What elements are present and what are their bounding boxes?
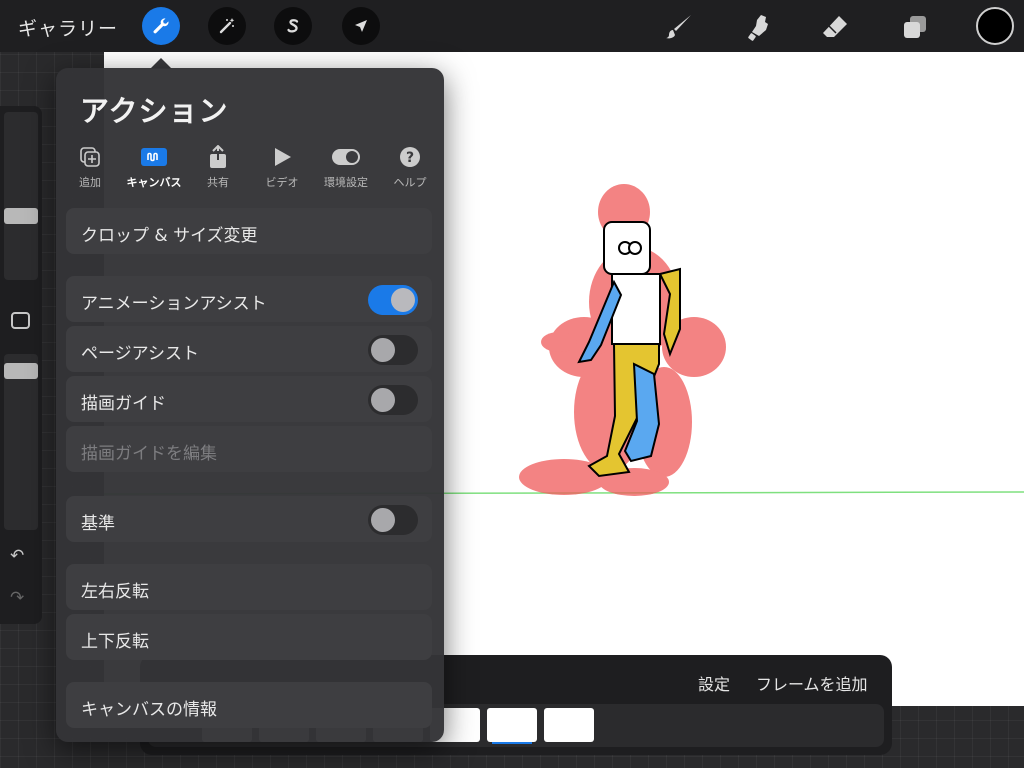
tab-canvas[interactable]: キャンバス <box>124 146 184 190</box>
tab-label: 追加 <box>79 176 101 189</box>
actions-panel: アクション 追加 キャンバス 共有 ビデオ 環境設定 ? ヘルプ クロップ & … <box>56 68 444 742</box>
redo-icon[interactable]: ↷ <box>10 588 24 608</box>
tab-label: ヘルプ <box>393 176 427 189</box>
canvas-info-item[interactable]: キャンバスの情報 <box>66 682 432 728</box>
panel-title: アクション <box>80 94 229 128</box>
page-assist-label: ページアシスト <box>81 344 199 364</box>
drawing-guide-item: 描画ガイド <box>66 376 432 422</box>
layers-icon[interactable] <box>898 10 932 44</box>
tab-label: 共有 <box>207 176 229 189</box>
add-icon <box>79 146 101 168</box>
brush-size-slider[interactable] <box>4 112 38 280</box>
magic-wand-icon[interactable] <box>208 7 246 45</box>
opacity-slider[interactable] <box>4 354 38 530</box>
reference-toggle[interactable] <box>368 505 418 535</box>
tab-add[interactable]: 追加 <box>60 146 120 190</box>
timeline-settings-button[interactable]: 設定 <box>698 671 730 695</box>
animation-assist-item: アニメーションアシスト <box>66 276 432 322</box>
page-assist-item: ページアシスト <box>66 326 432 372</box>
flip-horizontal-label: 左右反転 <box>81 582 149 602</box>
frame-thumbnail[interactable] <box>544 708 594 742</box>
top-toolbar: ギャラリー <box>0 0 1024 52</box>
eyedropper-square-icon[interactable] <box>11 312 30 329</box>
tab-help[interactable]: ? ヘルプ <box>380 146 440 190</box>
brush-sliders: ↶ ↷ <box>0 106 42 624</box>
tab-share[interactable]: 共有 <box>188 145 248 190</box>
edit-drawing-guide-label: 描画ガイドを編集 <box>81 444 217 464</box>
brush-size-thumb[interactable] <box>4 208 38 224</box>
reference-label: 基準 <box>81 514 115 534</box>
help-icon: ? <box>399 146 421 168</box>
tab-label: キャンバス <box>126 176 182 189</box>
color-swatch[interactable] <box>976 7 1014 45</box>
tab-video[interactable]: ビデオ <box>252 146 312 190</box>
selected-frame-indicator <box>492 742 532 744</box>
animation-assist-toggle[interactable] <box>368 285 418 315</box>
drawing-guide-label: 描画ガイド <box>81 394 166 414</box>
share-icon <box>207 145 229 168</box>
animation-assist-label: アニメーションアシスト <box>81 294 267 314</box>
opacity-thumb[interactable] <box>4 363 38 379</box>
edit-drawing-guide-item: 描画ガイドを編集 <box>66 426 432 472</box>
tab-label: ビデオ <box>265 176 299 189</box>
page-assist-toggle[interactable] <box>368 335 418 365</box>
smudge-icon[interactable] <box>742 10 776 44</box>
svg-text:?: ? <box>406 150 414 166</box>
flip-vertical-label: 上下反転 <box>81 632 149 652</box>
canvas-info-label: キャンバスの情報 <box>81 700 217 720</box>
preferences-toggle-icon <box>331 146 361 168</box>
add-frame-button[interactable]: フレームを追加 <box>756 671 868 695</box>
brush-icon[interactable] <box>662 10 696 44</box>
undo-icon[interactable]: ↶ <box>10 546 24 566</box>
tab-label: 環境設定 <box>324 176 368 189</box>
selection-s-icon[interactable] <box>274 7 312 45</box>
gallery-button[interactable]: ギャラリー <box>18 14 118 41</box>
canvas-icon <box>140 146 168 168</box>
reference-item: 基準 <box>66 496 432 542</box>
crop-resize-label: クロップ & サイズ変更 <box>81 226 258 246</box>
wrench-icon[interactable] <box>142 7 180 45</box>
transform-arrow-icon[interactable] <box>342 7 380 45</box>
flip-vertical-item[interactable]: 上下反転 <box>66 614 432 660</box>
crop-resize-item[interactable]: クロップ & サイズ変更 <box>66 208 432 254</box>
drawing-guide-toggle[interactable] <box>368 385 418 415</box>
frame-thumbnail-selected[interactable] <box>487 708 537 742</box>
flip-horizontal-item[interactable]: 左右反転 <box>66 564 432 610</box>
eraser-icon[interactable] <box>818 10 852 44</box>
video-play-icon <box>271 146 293 168</box>
tab-preferences[interactable]: 環境設定 <box>316 146 376 190</box>
